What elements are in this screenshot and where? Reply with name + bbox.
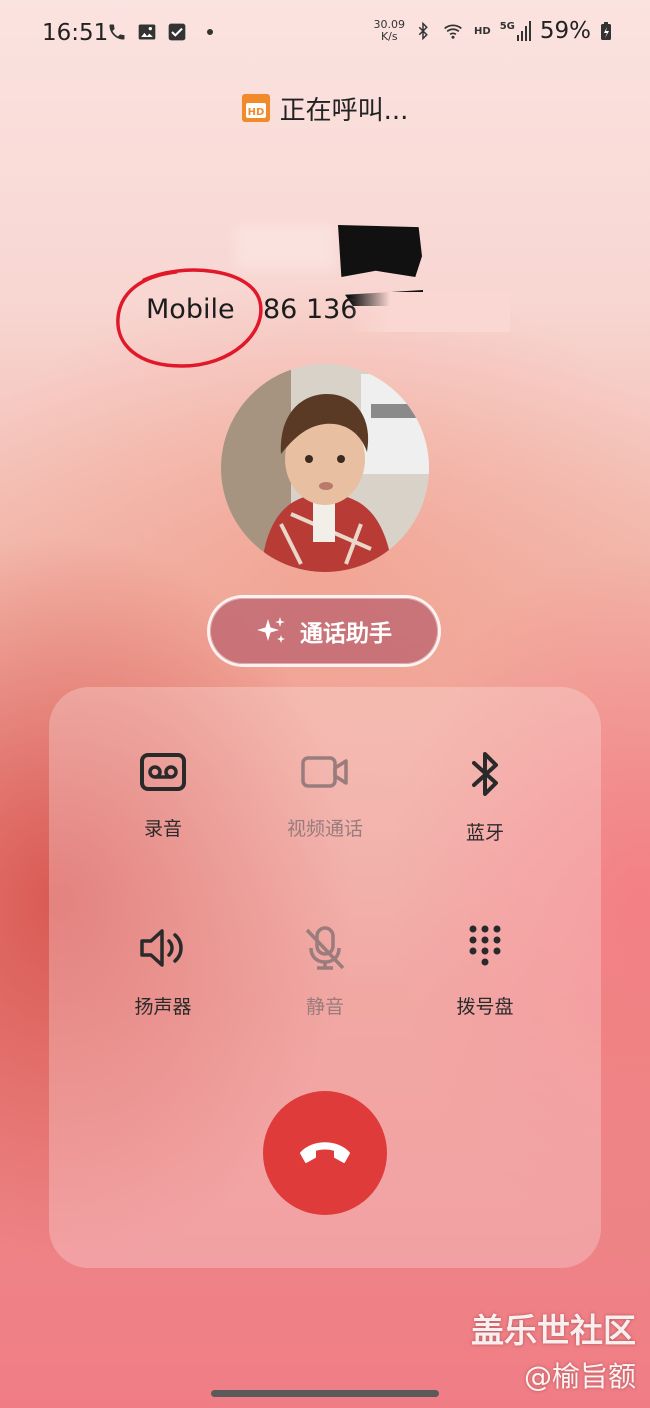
call-status-header: HD 正在呼叫... [0,90,650,127]
battery-percent: 59% [539,18,591,44]
call-assistant-label: 通话助手 [300,621,392,647]
speaker-icon [140,929,183,967]
status-system-icons: 30.09 K/s HD 5G 59% [374,18,612,44]
call-assistant-button[interactable]: 通话助手 [210,598,438,664]
hd-call-icon: HD [241,94,270,122]
svg-text:HD: HD [247,107,264,118]
status-notifications [107,22,213,42]
bluetooth-icon [472,752,498,796]
hang-up-icon [300,1142,350,1163]
signal-indicator: 5G [500,21,531,41]
voicemail-icon [140,753,186,791]
keypad-label: 拨号盘 [456,996,514,1018]
phone-number: 86 136 [263,294,358,325]
keypad-button[interactable]: 拨号盘 [405,924,565,1019]
sparkle-icon [257,617,285,643]
watermark-user: @榆旨额 [523,1360,636,1393]
video-call-button[interactable]: 视频通话 [245,750,405,841]
call-status-text: 正在呼叫... [279,96,409,126]
home-indicator[interactable] [211,1390,439,1397]
status-time: 16:51 [42,20,109,46]
signal-bars-icon [516,21,531,41]
bluetooth-button[interactable]: 蓝牙 [405,750,565,845]
phone-icon [109,24,125,40]
gallery-icon [138,24,156,40]
avatar-photo [221,364,429,572]
more-notifications-dot [207,29,213,35]
status-bar: 16:51 30.09 K/s HD 5G 59% [0,0,650,70]
watermark-site: 盖乐世社区 [471,1311,636,1350]
bluetooth-label: 蓝牙 [465,822,504,844]
video-call-label: 视频通话 [286,818,363,840]
speaker-label: 扬声器 [134,996,192,1018]
dialpad-icon [469,925,501,966]
video-camera-icon [301,756,348,788]
mute-button[interactable]: 静音 [245,924,405,1019]
annotation-circle [116,268,263,368]
bluetooth-status-icon [418,21,428,41]
caller-avatar [221,364,429,572]
redaction-mark [338,225,422,277]
network-rate: 30.09 K/s [373,18,406,43]
speaker-button[interactable]: 扬声器 [83,924,243,1019]
number-redaction [350,292,510,332]
battery-charging-icon [601,22,611,40]
wifi-icon [444,24,462,39]
checkbox-icon [168,23,186,41]
mute-label: 静音 [305,996,344,1018]
record-label: 录音 [143,818,182,840]
mic-off-icon [305,926,345,970]
record-button[interactable]: 录音 [83,750,243,841]
end-call-button[interactable] [263,1091,387,1215]
hd-voice-indicator: HD [474,25,491,37]
